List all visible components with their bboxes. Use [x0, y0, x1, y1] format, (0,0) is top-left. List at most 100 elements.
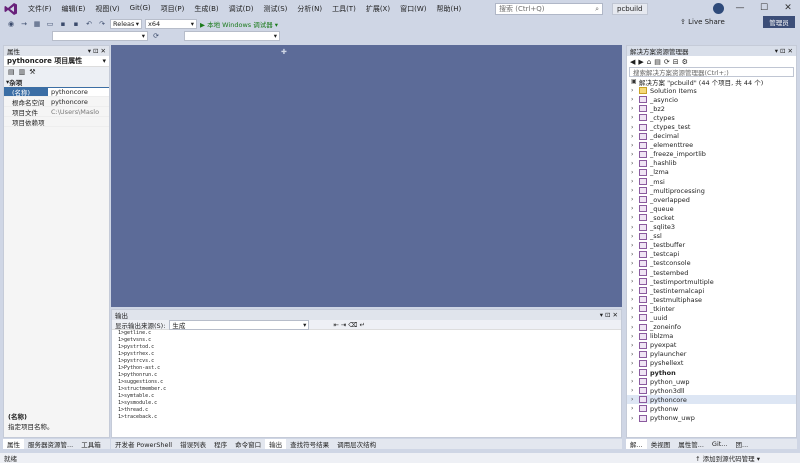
file-nav-dropdown[interactable]: ▾: [52, 31, 148, 41]
property-row[interactable]: 项目依赖项: [4, 117, 109, 127]
expand-arrow-icon[interactable]: ›: [631, 296, 639, 303]
bottom-tab[interactable]: 属性: [3, 439, 24, 449]
panel-controls-icon[interactable]: ▾ ⊡ ✕: [88, 47, 106, 55]
project-item[interactable]: › pythoncore: [627, 395, 796, 405]
object-selector[interactable]: pythoncore 项目属性 ▾: [4, 56, 109, 67]
start-debugging-button[interactable]: ▶ 本地 Windows 调试器 ▾: [200, 19, 278, 29]
expand-arrow-icon[interactable]: ›: [631, 369, 639, 376]
project-item[interactable]: › _overlapped: [627, 195, 796, 204]
settings-icon[interactable]: ⚙: [682, 58, 688, 66]
project-item[interactable]: › pylauncher: [627, 350, 796, 359]
sync-icon[interactable]: ⟳: [151, 31, 161, 41]
bottom-tab[interactable]: 错误列表: [176, 439, 210, 449]
menu-item[interactable]: 工具(T): [327, 4, 361, 14]
expand-arrow-icon[interactable]: ›: [631, 378, 639, 385]
expand-arrow-icon[interactable]: ›: [631, 260, 639, 267]
expand-arrow-icon[interactable]: ›: [631, 214, 639, 221]
save-all-icon[interactable]: ▪: [71, 19, 81, 29]
expand-arrow-icon[interactable]: ›: [631, 196, 639, 203]
project-item[interactable]: › _testcapi: [627, 250, 796, 259]
property-section[interactable]: ▾ 杂项: [4, 77, 109, 87]
redo-icon[interactable]: ↷: [97, 19, 107, 29]
new-project-icon[interactable]: ▦: [32, 19, 42, 29]
expand-arrow-icon[interactable]: ›: [631, 96, 639, 103]
menu-item[interactable]: 调试(D): [224, 4, 259, 14]
expand-arrow-icon[interactable]: ›: [631, 160, 639, 167]
bottom-tab[interactable]: 类视图: [647, 439, 675, 449]
search-input[interactable]: 搜索 (Ctrl+Q) ⌕: [495, 3, 603, 15]
bottom-tab[interactable]: 解...: [626, 439, 647, 449]
project-item[interactable]: › _elementtree: [627, 141, 796, 150]
project-item[interactable]: › _socket: [627, 213, 796, 222]
bottom-tab[interactable]: 输出: [265, 439, 287, 449]
menu-item[interactable]: 窗口(W): [395, 4, 431, 14]
output-actions-icon[interactable]: ⇤ ⇥ ⌫ ↵: [333, 321, 365, 329]
source-control-button[interactable]: ↑ 添加到源代码管理 ▾: [695, 453, 800, 463]
admin-badge[interactable]: 管理员: [763, 16, 795, 28]
expand-arrow-icon[interactable]: ›: [631, 178, 639, 185]
project-item[interactable]: › _uuid: [627, 313, 796, 322]
project-item[interactable]: › pyshellext: [627, 359, 796, 368]
categorized-icon[interactable]: ▤: [8, 68, 15, 76]
switch-view-icon[interactable]: ▤: [654, 58, 661, 66]
expand-arrow-icon[interactable]: ›: [631, 224, 639, 231]
menu-item[interactable]: 项目(P): [156, 4, 190, 14]
property-row[interactable]: (名称) pythoncore: [4, 87, 109, 97]
bottom-tab[interactable]: 团...: [732, 439, 753, 449]
project-item[interactable]: › _zoneinfo: [627, 323, 796, 332]
alphabetical-icon[interactable]: ▥: [19, 68, 26, 76]
expand-arrow-icon[interactable]: ›: [631, 324, 639, 331]
back-icon[interactable]: ◀: [630, 58, 635, 66]
project-item[interactable]: › _testmultiphase: [627, 295, 796, 304]
property-row[interactable]: 根命名空间 pythoncore: [4, 97, 109, 107]
project-item[interactable]: › python3dll: [627, 386, 796, 395]
menu-item[interactable]: 文件(F): [23, 4, 57, 14]
menu-item[interactable]: 视图(V): [90, 4, 124, 14]
menu-item[interactable]: Git(G): [125, 4, 156, 14]
project-item[interactable]: › _bz2: [627, 104, 796, 113]
project-item[interactable]: › _msi: [627, 177, 796, 186]
platform-dropdown[interactable]: x64 ▾: [145, 18, 197, 29]
project-item[interactable]: › _asyncio: [627, 95, 796, 104]
expand-arrow-icon[interactable]: ›: [631, 305, 639, 312]
expand-arrow-icon[interactable]: ›: [631, 314, 639, 321]
expand-arrow-icon[interactable]: ›: [631, 287, 639, 294]
project-item[interactable]: › _decimal: [627, 132, 796, 141]
project-item[interactable]: › _lzma: [627, 168, 796, 177]
solution-root[interactable]: ▣ 解决方案 "pcbuild" (44 个项目, 共 44 个): [627, 77, 796, 87]
se-search-input[interactable]: 搜索解决方案资源管理器(Ctrl+;): [629, 67, 794, 77]
expand-arrow-icon[interactable]: ›: [631, 333, 639, 340]
menu-item[interactable]: 生成(B): [189, 4, 223, 14]
expand-arrow-icon[interactable]: ›: [631, 396, 639, 403]
expand-arrow-icon[interactable]: ›: [631, 269, 639, 276]
save-icon[interactable]: ▪: [58, 19, 68, 29]
wrench-icon[interactable]: ⚒: [29, 68, 35, 76]
bottom-tab[interactable]: 服务器资源管...: [24, 439, 77, 449]
project-item[interactable]: › _ctypes: [627, 113, 796, 122]
project-item[interactable]: › pythonw: [627, 404, 796, 413]
project-item[interactable]: › liblzma: [627, 332, 796, 341]
output-source-dropdown[interactable]: 生成 ▾: [169, 319, 310, 330]
expand-arrow-icon[interactable]: ›: [631, 133, 639, 140]
open-icon[interactable]: ▭: [45, 19, 55, 29]
project-item[interactable]: › _freeze_importlib: [627, 150, 796, 159]
project-item[interactable]: › _testimportmultiple: [627, 277, 796, 286]
minimize-icon[interactable]: —: [728, 0, 752, 16]
forward-icon[interactable]: →: [19, 19, 29, 29]
expand-arrow-icon[interactable]: ›: [631, 124, 639, 131]
bottom-tab[interactable]: 开发者 PowerShell: [111, 439, 176, 449]
forward-icon[interactable]: ▶: [638, 58, 643, 66]
maximize-icon[interactable]: ☐: [752, 0, 776, 16]
menu-item[interactable]: 编辑(E): [57, 4, 91, 14]
project-item[interactable]: › _hashlib: [627, 159, 796, 168]
expand-arrow-icon[interactable]: ›: [631, 151, 639, 158]
project-item[interactable]: › _testinternalcapi: [627, 286, 796, 295]
expand-arrow-icon[interactable]: ›: [631, 114, 639, 121]
collapse-all-icon[interactable]: ⊟: [673, 58, 679, 66]
menu-item[interactable]: 扩展(X): [361, 4, 395, 14]
expand-arrow-icon[interactable]: ›: [631, 187, 639, 194]
project-item[interactable]: › _tkinter: [627, 304, 796, 313]
project-item[interactable]: › _ssl: [627, 232, 796, 241]
project-item[interactable]: › python_uwp: [627, 377, 796, 386]
back-icon[interactable]: ◉: [6, 19, 16, 29]
